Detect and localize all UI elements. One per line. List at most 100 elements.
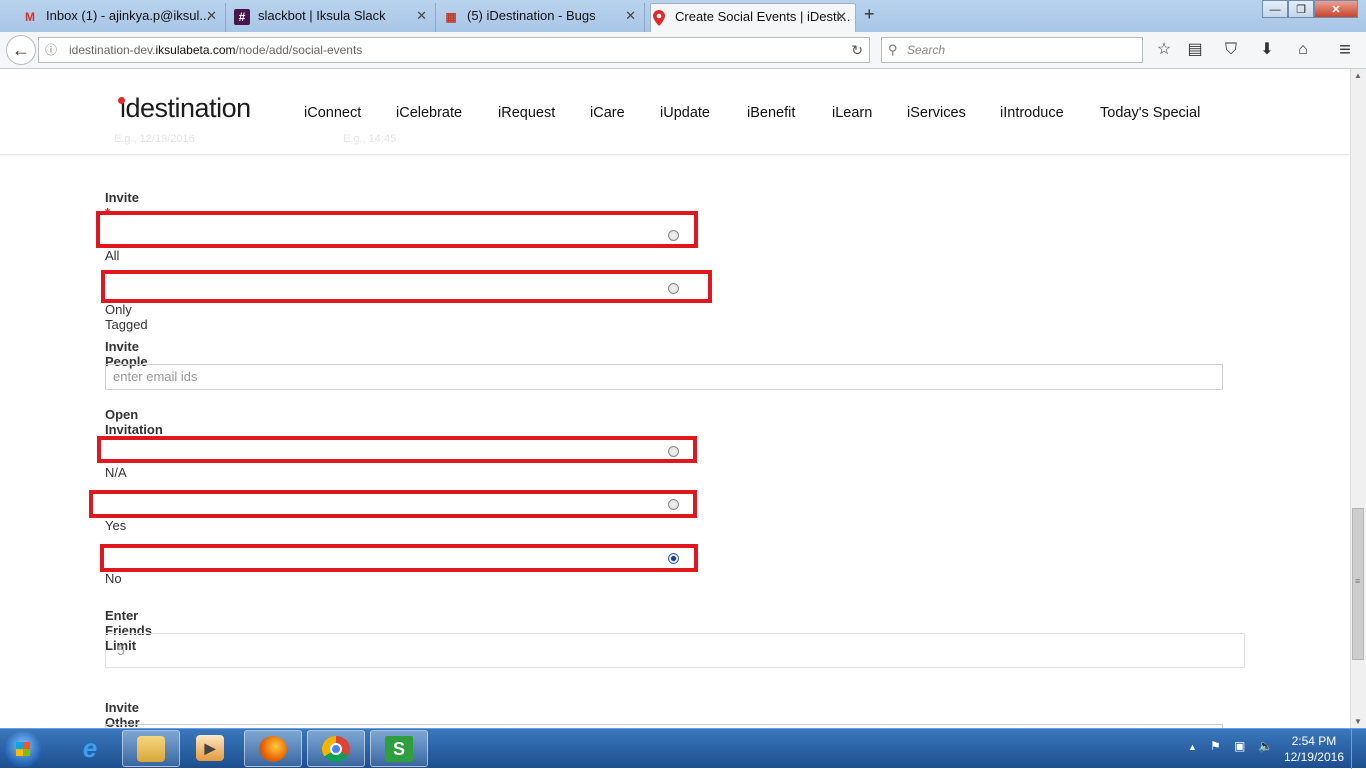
show-hidden-icons[interactable]: ▲ — [1188, 742, 1197, 752]
invite-all-label: All — [105, 248, 120, 263]
site-info-icon[interactable]: ⓘ — [45, 38, 57, 62]
highlight-box — [101, 270, 712, 303]
nav-item-todays-special[interactable]: Today's Special — [1100, 105, 1200, 121]
highlight-box — [89, 490, 697, 518]
maximize-button[interactable]: ❐ — [1288, 0, 1314, 18]
location-pin-icon — [651, 10, 667, 26]
page-scrollbar[interactable]: ▲ ≡ ▼ — [1350, 69, 1366, 728]
explorer-taskbar-button[interactable] — [122, 730, 180, 767]
tab-inbox[interactable]: M Inbox (1) - ajinkya.p@iksul... ✕ — [22, 3, 226, 32]
download-icon[interactable]: ⬇ — [1256, 40, 1278, 60]
scroll-up-icon[interactable]: ▲ — [1354, 71, 1362, 80]
reading-list-icon[interactable]: ▤ — [1184, 40, 1206, 60]
system-clock[interactable]: 2:54 PM 12/19/2016 — [1284, 733, 1344, 765]
tab-title: Create Social Events | iDesti... — [675, 9, 851, 24]
volume-icon[interactable]: 🔈 — [1258, 739, 1273, 753]
nav-item-irequest[interactable]: iRequest — [498, 105, 555, 121]
invite-people-input[interactable]: enter email ids — [105, 364, 1223, 390]
invite-people-placeholder: enter email ids — [113, 369, 198, 384]
new-tab-button[interactable]: + — [864, 4, 875, 25]
bookmark-star-icon[interactable]: ☆ — [1153, 40, 1175, 60]
s-app-taskbar-button[interactable]: S — [370, 730, 428, 767]
nav-item-iservices[interactable]: iServices — [907, 105, 966, 121]
open-invitation-na-radio[interactable] — [668, 446, 679, 457]
nav-item-iintroduce[interactable]: iIntroduce — [1000, 105, 1064, 121]
nav-item-icare[interactable]: iCare — [590, 105, 625, 121]
invite-only-tagged-radio[interactable] — [668, 283, 679, 294]
highlight-box — [96, 211, 698, 248]
chrome-icon — [322, 736, 350, 762]
windows-taskbar: e ▶ S ▲ ⚑ ▣ 🔈 2:54 PM 12/19/2016 — [0, 728, 1366, 769]
firefox-icon — [259, 736, 287, 762]
close-icon[interactable]: ✕ — [416, 3, 427, 29]
nav-item-iupdate[interactable]: iUpdate — [660, 105, 710, 121]
ie-taskbar-button[interactable]: e — [62, 730, 120, 767]
slack-hash-icon: # — [234, 9, 250, 25]
start-button[interactable] — [4, 731, 42, 767]
friends-limit-value: 5 — [117, 642, 125, 658]
show-desktop-button[interactable] — [1351, 729, 1366, 769]
page-content: E.g., 12/19/2016 E.g., 14:45 idestinatio… — [0, 69, 1350, 728]
open-invitation-yes-label: Yes — [105, 518, 127, 533]
close-icon[interactable]: ✕ — [625, 3, 636, 29]
scrollbar-thumb[interactable]: ≡ — [1352, 508, 1364, 660]
site-header: E.g., 12/19/2016 E.g., 14:45 idestinatio… — [0, 69, 1350, 155]
tab-title: slackbot | Iksula Slack — [258, 8, 386, 23]
firefox-taskbar-button[interactable] — [244, 730, 302, 767]
s-app-icon: S — [385, 736, 413, 762]
site-logo[interactable]: idestination — [118, 93, 251, 124]
address-bar[interactable]: ⓘ idestination-dev.iksulabeta.com/node/a… — [38, 37, 870, 63]
ghost-time-hint: E.g., 14:45 — [343, 133, 397, 145]
invite-only-tagged-label: Only Tagged — [105, 302, 148, 332]
menu-icon[interactable]: ≡ — [1334, 40, 1356, 60]
open-invitation-na-label: N/A — [105, 465, 127, 480]
search-icon: ⚲ — [888, 42, 898, 57]
close-window-button[interactable]: ✕ — [1314, 0, 1358, 18]
nav-item-icelebrate[interactable]: iCelebrate — [396, 105, 462, 121]
highlight-box — [100, 544, 698, 572]
invite-all-radio[interactable] — [668, 230, 679, 241]
close-icon[interactable]: ✕ — [206, 3, 217, 29]
logo-pin-icon — [118, 97, 125, 104]
search-placeholder: Search — [907, 43, 946, 57]
media-taskbar-button[interactable]: ▶ — [182, 730, 240, 767]
tab-title: (5) iDestination - Bugs — [467, 8, 596, 23]
nav-item-iconnect[interactable]: iConnect — [304, 105, 361, 121]
navigation-toolbar: ← ⓘ idestination-dev.iksulabeta.com/node… — [0, 32, 1366, 69]
search-input[interactable]: ⚲ Search — [881, 37, 1143, 63]
close-icon[interactable]: ✕ — [836, 4, 847, 30]
nav-item-ilearn[interactable]: iLearn — [832, 105, 872, 121]
clock-date: 12/19/2016 — [1283, 750, 1344, 764]
reload-icon[interactable]: ↻ — [851, 38, 863, 62]
friends-limit-input[interactable]: 5 — [105, 633, 1245, 668]
highlight-box — [97, 436, 697, 463]
scroll-down-icon[interactable]: ▼ — [1354, 717, 1362, 726]
minimize-button[interactable]: — — [1262, 0, 1288, 18]
media-player-icon: ▶ — [196, 735, 224, 761]
home-icon[interactable]: ⌂ — [1292, 40, 1314, 60]
tab-bugs[interactable]: ▦ (5) iDestination - Bugs ✕ — [443, 3, 645, 32]
tab-title: Inbox (1) - ajinkya.p@iksul... — [46, 8, 211, 23]
internet-explorer-icon: e — [82, 733, 98, 763]
open-invitation-no-radio[interactable] — [668, 553, 679, 564]
tab-strip: M Inbox (1) - ajinkya.p@iksul... ✕ # sla… — [0, 0, 1366, 32]
open-invitation-yes-radio[interactable] — [668, 499, 679, 510]
grip-icon: ≡ — [1355, 576, 1361, 586]
windows-logo-icon — [16, 742, 30, 756]
back-button[interactable]: ← — [6, 35, 36, 65]
tab-create-social-events[interactable]: Create Social Events | iDesti... ✕ — [650, 3, 856, 32]
url-text: idestination-dev.iksulabeta.com/node/add… — [69, 43, 363, 57]
open-invitation-no-label: No — [105, 571, 122, 586]
file-explorer-icon — [137, 736, 165, 762]
calendar-icon: ▦ — [445, 10, 457, 24]
open-invitation-label: Open Invitation — [105, 407, 163, 437]
action-center-icon[interactable]: ⚑ — [1210, 739, 1221, 753]
ghost-date-hint: E.g., 12/19/2016 — [114, 133, 195, 145]
tab-slack[interactable]: # slackbot | Iksula Slack ✕ — [234, 3, 436, 32]
gmail-icon: M — [25, 10, 35, 24]
clock-time: 2:54 PM — [1291, 734, 1337, 748]
network-icon[interactable]: ▣ — [1234, 739, 1245, 753]
nav-item-ibenefit[interactable]: iBenefit — [747, 105, 795, 121]
chrome-taskbar-button[interactable] — [307, 730, 365, 767]
pocket-icon[interactable]: ⛉ — [1220, 40, 1242, 60]
